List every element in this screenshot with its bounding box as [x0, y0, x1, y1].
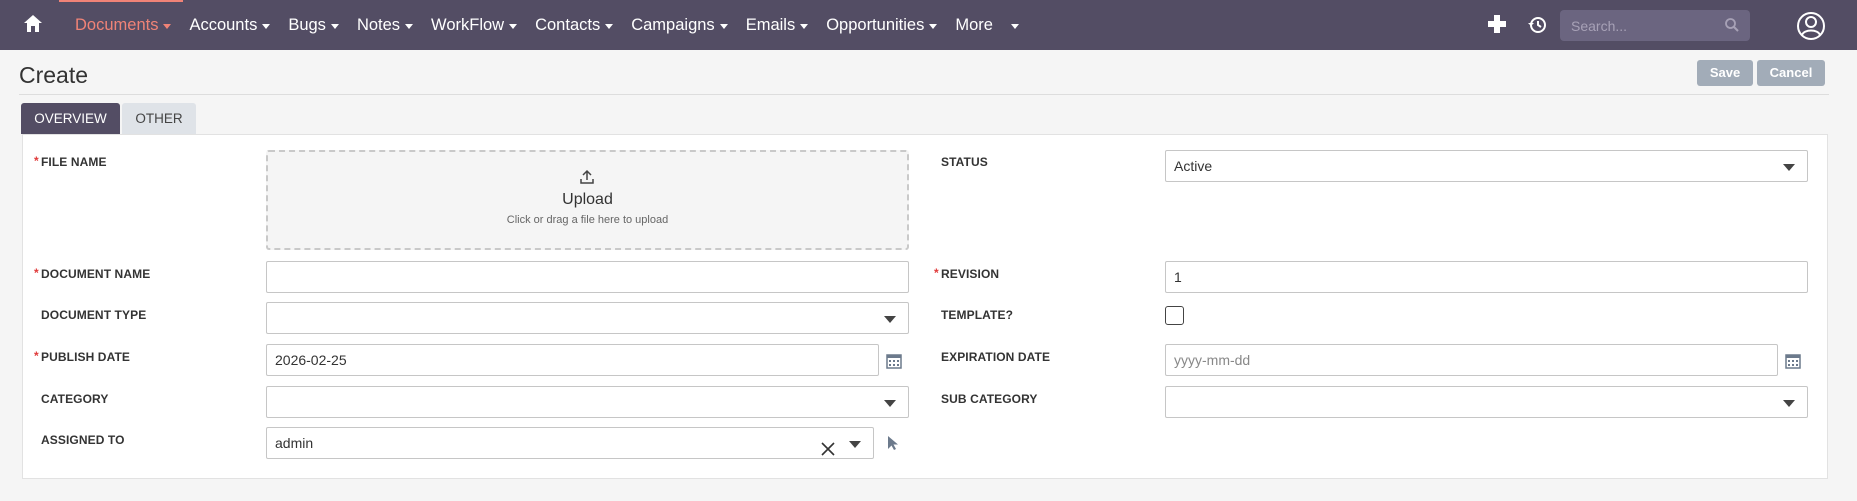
- menu-item-workflow[interactable]: WorkFlow: [431, 16, 518, 35]
- calendar-icon[interactable]: [886, 353, 902, 374]
- chevron-down-icon: [719, 23, 728, 29]
- history-icon[interactable]: [1526, 14, 1548, 41]
- menu-item-notes[interactable]: Notes: [357, 16, 414, 35]
- menu-item-bugs[interactable]: Bugs: [288, 16, 339, 35]
- assigned-to-input[interactable]: admin: [266, 427, 874, 459]
- document-type-select[interactable]: [266, 302, 909, 334]
- assigned-to-label: ASSIGNED TO: [41, 433, 125, 447]
- chevron-down-icon: [884, 316, 896, 323]
- chevron-down-icon: [1010, 23, 1019, 29]
- required-marker: *: [934, 266, 939, 280]
- upload-title: Upload: [562, 191, 613, 208]
- tab-overview[interactable]: OVERVIEW: [21, 103, 120, 134]
- revision-label: REVISION: [941, 267, 1000, 281]
- close-icon[interactable]: [821, 436, 835, 466]
- expiration-date-input[interactable]: yyyy-mm-dd: [1165, 344, 1778, 376]
- chevron-down-icon: [262, 23, 271, 29]
- divider: [19, 94, 1829, 95]
- menu-item-campaigns[interactable]: Campaigns: [631, 16, 728, 35]
- global-search: [1560, 10, 1750, 41]
- upload-icon: [579, 169, 595, 190]
- search-icon[interactable]: [1724, 17, 1740, 38]
- status-value: Active: [1174, 158, 1213, 174]
- required-marker: *: [34, 349, 39, 363]
- chevron-down-icon: [1783, 164, 1795, 171]
- chevron-down-icon: [330, 23, 339, 29]
- document-name-label: DOCUMENT NAME: [41, 267, 151, 281]
- chevron-down-icon: [509, 23, 518, 29]
- category-select[interactable]: [266, 386, 909, 418]
- status-label: STATUS: [941, 155, 988, 169]
- chevron-down-icon: [929, 23, 938, 29]
- file-upload-dropzone[interactable]: Upload Click or drag a file here to uplo…: [266, 150, 909, 250]
- document-name-input[interactable]: [266, 261, 909, 293]
- chevron-down-icon: [163, 23, 172, 29]
- template-label: TEMPLATE?: [941, 308, 1014, 322]
- status-select[interactable]: Active: [1165, 150, 1808, 182]
- assigned-to-value: admin: [275, 435, 314, 451]
- revision-input[interactable]: 1: [1165, 261, 1808, 293]
- chevron-down-icon: [1783, 400, 1795, 407]
- expiration-date-label: EXPIRATION DATE: [941, 350, 1051, 364]
- cancel-button[interactable]: Cancel: [1757, 60, 1825, 86]
- search-input[interactable]: [1560, 10, 1720, 41]
- top-navigation-bar: Documents Accounts Bugs Notes WorkFlow C…: [0, 0, 1857, 50]
- document-type-label: DOCUMENT TYPE: [41, 308, 147, 322]
- menu-item-opportunities[interactable]: Opportunities: [826, 16, 938, 35]
- menu-item-contacts[interactable]: Contacts: [535, 16, 614, 35]
- publish-date-label: PUBLISH DATE: [41, 350, 130, 364]
- menu-item-more[interactable]: More: [955, 16, 1019, 35]
- chevron-down-icon: [405, 23, 414, 29]
- page-title: Create: [19, 62, 89, 88]
- chevron-down-icon[interactable]: [849, 441, 861, 448]
- upload-hint: Click or drag a file here to upload: [506, 214, 669, 226]
- menu-item-documents[interactable]: Documents: [75, 16, 172, 35]
- required-marker: *: [34, 266, 39, 280]
- cursor-select-icon[interactable]: [886, 435, 900, 456]
- sub-category-select[interactable]: [1165, 386, 1808, 418]
- home-icon[interactable]: [22, 13, 44, 35]
- save-button[interactable]: Save: [1697, 60, 1753, 86]
- file-name-label: FILE NAME: [41, 155, 107, 169]
- chevron-down-icon: [800, 23, 809, 29]
- module-menu: Documents Accounts Bugs Notes WorkFlow C…: [75, 0, 1037, 50]
- required-marker: *: [34, 154, 39, 168]
- menu-item-accounts[interactable]: Accounts: [189, 16, 271, 35]
- user-icon[interactable]: [1796, 11, 1826, 46]
- menu-item-emails[interactable]: Emails: [746, 16, 809, 35]
- sub-category-label: SUB CATEGORY: [941, 392, 1038, 406]
- chevron-down-icon: [884, 400, 896, 407]
- chevron-down-icon: [605, 23, 614, 29]
- calendar-icon[interactable]: [1785, 353, 1801, 374]
- tab-other[interactable]: OTHER: [122, 103, 196, 134]
- publish-date-input[interactable]: 2026-02-25: [266, 344, 879, 376]
- plus-icon[interactable]: [1486, 12, 1508, 41]
- category-label: CATEGORY: [41, 392, 109, 406]
- template-checkbox[interactable]: [1165, 306, 1184, 325]
